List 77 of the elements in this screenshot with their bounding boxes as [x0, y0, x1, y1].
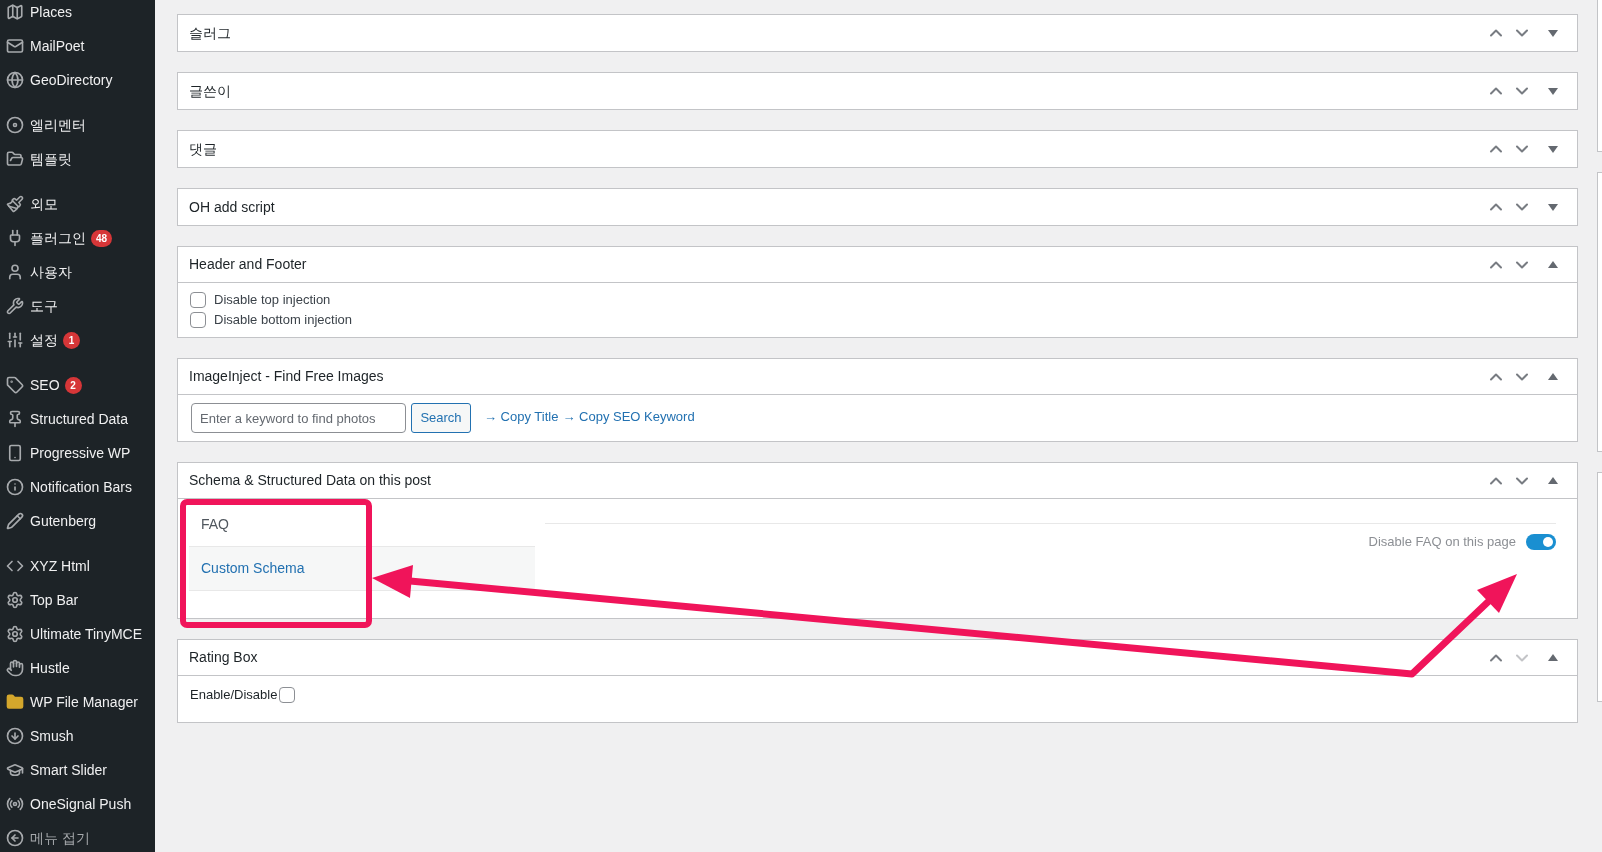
settings-icon — [6, 591, 24, 609]
schema-tab[interactable]: Custom Schema — [189, 547, 535, 591]
menu-item[interactable]: 템플릿 — [30, 148, 72, 170]
count-badge: 2 — [64, 376, 82, 394]
menu-item[interactable]: OneSignal Push — [30, 793, 132, 815]
folder-icon — [6, 150, 24, 168]
toggle-switch[interactable] — [1526, 533, 1556, 550]
sliders-icon — [6, 331, 24, 349]
menu-item[interactable]: MailPoet — [30, 35, 85, 57]
collapse-icon — [6, 829, 24, 847]
collapse-menu-link[interactable]: 메뉴 접기 — [30, 827, 90, 849]
map-icon — [6, 3, 24, 21]
meta-box-title: Rating Box — [189, 648, 259, 667]
menu-item[interactable]: XYZ Html — [30, 555, 90, 577]
settings-icon — [6, 625, 24, 643]
toggle-label: Disable FAQ on this page — [1368, 533, 1516, 551]
triangle-up-icon — [1548, 654, 1558, 661]
hand-icon — [6, 659, 24, 677]
pencil-icon — [6, 512, 24, 530]
checkbox[interactable] — [190, 312, 206, 328]
menu-item[interactable]: SEO — [30, 374, 60, 396]
checkbox-label: Disable bottom injection — [214, 311, 353, 330]
menu-item[interactable]: Notification Bars — [30, 476, 132, 498]
tag-icon — [6, 376, 24, 394]
menu-item[interactable]: Places — [30, 1, 73, 23]
meta-box-title: 글쓴이 — [189, 81, 232, 101]
copy-link[interactable]: → Copy Title — [484, 406, 559, 427]
checkbox[interactable] — [279, 687, 296, 703]
meta-box-title: 슬러그 — [189, 23, 232, 43]
menu-item[interactable]: Top Bar — [30, 589, 79, 611]
wrench-icon — [6, 297, 24, 315]
menu-item[interactable]: Structured Data — [30, 408, 129, 430]
triangle-down-icon — [1548, 203, 1558, 211]
search-button[interactable]: Search — [411, 403, 471, 433]
user-icon — [6, 263, 24, 281]
triangle-down-icon — [1548, 87, 1558, 95]
meta-box-title: Header and Footer — [189, 255, 308, 274]
menu-item[interactable]: 외모 — [30, 193, 58, 215]
triangle-down-icon — [1548, 29, 1558, 37]
menu-item[interactable]: Ultimate TinyMCE — [30, 623, 143, 645]
meta-box-title: OH add script — [189, 197, 276, 217]
disc-icon — [6, 116, 24, 134]
triangle-down-icon — [1548, 145, 1558, 153]
menu-item[interactable]: Smush — [30, 725, 74, 747]
pin-icon — [6, 410, 24, 428]
search-field[interactable]: Enter a keyword to find photos — [191, 403, 406, 433]
meta-box-title: Schema & Structured Data on this post — [189, 471, 432, 490]
menu-item[interactable]: 도구 — [30, 295, 58, 317]
menu-item[interactable]: 플러그인 — [30, 227, 86, 249]
radio-signal-icon — [6, 795, 24, 813]
count-badge: 1 — [63, 331, 80, 349]
mail-icon — [6, 37, 24, 55]
meta-box-title: ImageInject - Find Free Images — [189, 367, 385, 386]
triangle-up-icon — [1548, 261, 1558, 268]
checkbox-label: Disable top injection — [214, 291, 331, 310]
menu-item[interactable]: Gutenberg — [30, 510, 97, 532]
menu-item[interactable]: 사용자 — [30, 261, 72, 283]
menu-item[interactable]: 엘리멘터 — [30, 114, 86, 136]
count-badge: 48 — [91, 229, 113, 247]
paintbrush-icon — [6, 195, 24, 213]
checkbox[interactable] — [190, 292, 206, 308]
menu-item[interactable]: GeoDirectory — [30, 69, 113, 91]
menu-item[interactable]: WP File Manager — [30, 691, 138, 713]
folder-icon — [6, 693, 24, 711]
meta-box-title: 댓글 — [189, 139, 218, 159]
graduation-cap-icon — [6, 761, 24, 779]
menu-item[interactable]: 설정 — [30, 329, 58, 351]
checkbox-label: Enable/Disable — [190, 686, 278, 705]
menu-item[interactable]: Smart Slider — [30, 759, 108, 781]
phone-icon — [6, 444, 24, 462]
triangle-up-icon — [1548, 373, 1558, 380]
triangle-up-icon — [1548, 477, 1558, 484]
menu-item[interactable]: Progressive WP — [30, 442, 131, 464]
globe-icon — [6, 71, 24, 89]
copy-link[interactable]: → Copy SEO Keyword — [562, 406, 695, 427]
info-icon — [6, 478, 24, 496]
menu-item[interactable]: Hustle — [30, 657, 70, 679]
